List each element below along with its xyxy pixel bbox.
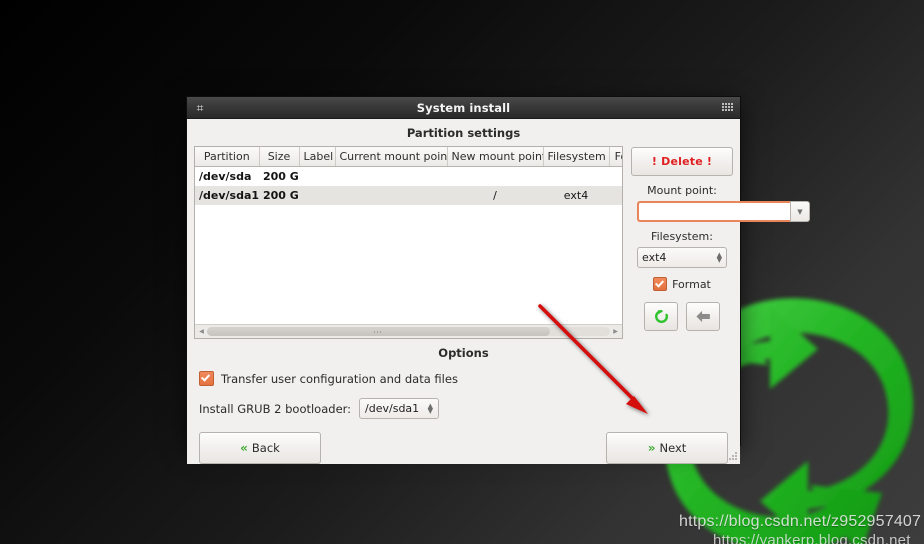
mount-point-combo[interactable]: ▼ xyxy=(637,201,810,222)
scrollbar-track[interactable] xyxy=(207,327,610,336)
filesystem-select[interactable]: ext4 ▲ ▼ xyxy=(637,247,727,268)
window-resize-grip[interactable] xyxy=(728,452,738,462)
table-header-row: Partition Size Label Current mount point… xyxy=(195,147,622,167)
cell-current-mount-point xyxy=(335,166,447,186)
chevron-down-icon[interactable]: ▼ xyxy=(790,201,810,222)
cell-current-mount-point xyxy=(335,186,447,205)
delete-button[interactable]: ! Delete ! xyxy=(631,147,733,176)
arrow-left-icon xyxy=(695,310,710,323)
table-row[interactable]: /dev/sda1 200 GiB / ext4 x xyxy=(195,186,622,205)
cell-label xyxy=(299,186,335,205)
grub-device-value: /dev/sda1 xyxy=(365,402,420,415)
scrollbar-thumb[interactable] xyxy=(207,327,550,336)
cell-size: 200 GiB xyxy=(259,186,299,205)
window-title: System install xyxy=(416,100,511,115)
column-header-label[interactable]: Label xyxy=(299,147,336,167)
column-header-partition[interactable]: Partition xyxy=(195,147,260,167)
navigation-row: « Back » Next xyxy=(199,432,728,464)
window-grip-icon xyxy=(722,103,733,112)
cell-partition: /dev/sda1 xyxy=(195,186,259,205)
transfer-config-checkbox[interactable] xyxy=(199,371,214,386)
filesystem-label: Filesystem: xyxy=(651,230,713,243)
column-header-current-mount-point[interactable]: Current mount point xyxy=(335,147,448,167)
back-button-label: Back xyxy=(251,441,280,455)
cell-size: 200 GiB xyxy=(259,166,299,186)
column-header-format[interactable]: Format xyxy=(609,147,622,167)
next-button[interactable]: » Next xyxy=(606,432,728,464)
partition-action-buttons xyxy=(644,302,720,331)
cell-new-mount-point: / xyxy=(447,186,543,205)
filesystem-value: ext4 xyxy=(642,251,667,264)
transfer-config-label: Transfer user configuration and data fil… xyxy=(221,371,458,386)
column-header-new-mount-point[interactable]: New mount point xyxy=(447,147,544,167)
cell-format: x xyxy=(609,186,622,205)
partition-table-container: Partition Size Label Current mount point… xyxy=(194,146,623,339)
cell-filesystem xyxy=(543,166,609,186)
partition-table: Partition Size Label Current mount point… xyxy=(195,147,622,205)
options-heading: Options xyxy=(438,346,489,360)
spinner-arrows-icon[interactable]: ▲ ▼ xyxy=(717,251,722,263)
format-checkbox-row[interactable]: Format xyxy=(653,277,711,291)
column-header-size[interactable]: Size xyxy=(259,147,300,167)
partition-side-panel: ! Delete ! Mount point: ▼ Filesystem: ex… xyxy=(631,146,810,339)
watermark-line-2: https://yankerp.blog.csdn.net xyxy=(713,532,911,544)
refresh-button[interactable] xyxy=(644,302,678,331)
options-area: Transfer user configuration and data fil… xyxy=(187,366,740,464)
watermark-line-1: https://blog.csdn.net/z952957407 xyxy=(679,513,922,530)
spinner-arrows-icon[interactable]: ▲ ▼ xyxy=(428,402,433,414)
table-row[interactable]: /dev/sda 200 GiB xyxy=(195,166,622,186)
format-checkbox[interactable] xyxy=(653,277,668,291)
system-install-window: ⌗ System install Partition settings Part… xyxy=(186,96,810,464)
next-button-label: Next xyxy=(659,441,687,455)
cell-new-mount-point xyxy=(447,166,543,186)
undo-button[interactable] xyxy=(686,302,720,331)
desktop-background: https://blog.csdn.net/z952957407 https:/… xyxy=(0,0,924,544)
refresh-icon xyxy=(654,309,668,323)
mount-point-label: Mount point: xyxy=(647,184,717,197)
column-header-filesystem[interactable]: Filesystem xyxy=(543,147,610,167)
grub-device-select[interactable]: /dev/sda1 ▲ ▼ xyxy=(359,398,440,419)
cell-partition: /dev/sda xyxy=(195,166,259,186)
cell-filesystem: ext4 xyxy=(543,186,609,205)
double-chevron-right-icon: » xyxy=(647,441,656,455)
transfer-config-row[interactable]: Transfer user configuration and data fil… xyxy=(199,371,733,386)
partition-area: Partition Size Label Current mount point… xyxy=(187,146,810,339)
partition-settings-heading: Partition settings xyxy=(406,126,521,140)
grub-label: Install GRUB 2 bootloader: xyxy=(199,401,352,416)
grub-bootloader-row: Install GRUB 2 bootloader: /dev/sda1 ▲ ▼ xyxy=(199,398,733,419)
scroll-left-icon[interactable]: ◀ xyxy=(196,326,207,337)
format-checkbox-label: Format xyxy=(672,277,711,291)
cell-format xyxy=(609,166,622,186)
back-button[interactable]: « Back xyxy=(199,432,321,464)
table-empty-area xyxy=(195,205,622,324)
double-chevron-left-icon: « xyxy=(240,441,248,455)
dialog-body: Partition settings Partition Size Label … xyxy=(187,119,810,464)
window-titlebar[interactable]: ⌗ System install xyxy=(187,97,740,119)
table-horizontal-scrollbar[interactable]: ◀ ▶ xyxy=(195,324,622,338)
window-menu-icon[interactable]: ⌗ xyxy=(193,101,207,115)
mount-point-input[interactable] xyxy=(637,201,790,222)
scroll-right-icon[interactable]: ▶ xyxy=(610,326,621,337)
cell-label xyxy=(299,166,335,186)
